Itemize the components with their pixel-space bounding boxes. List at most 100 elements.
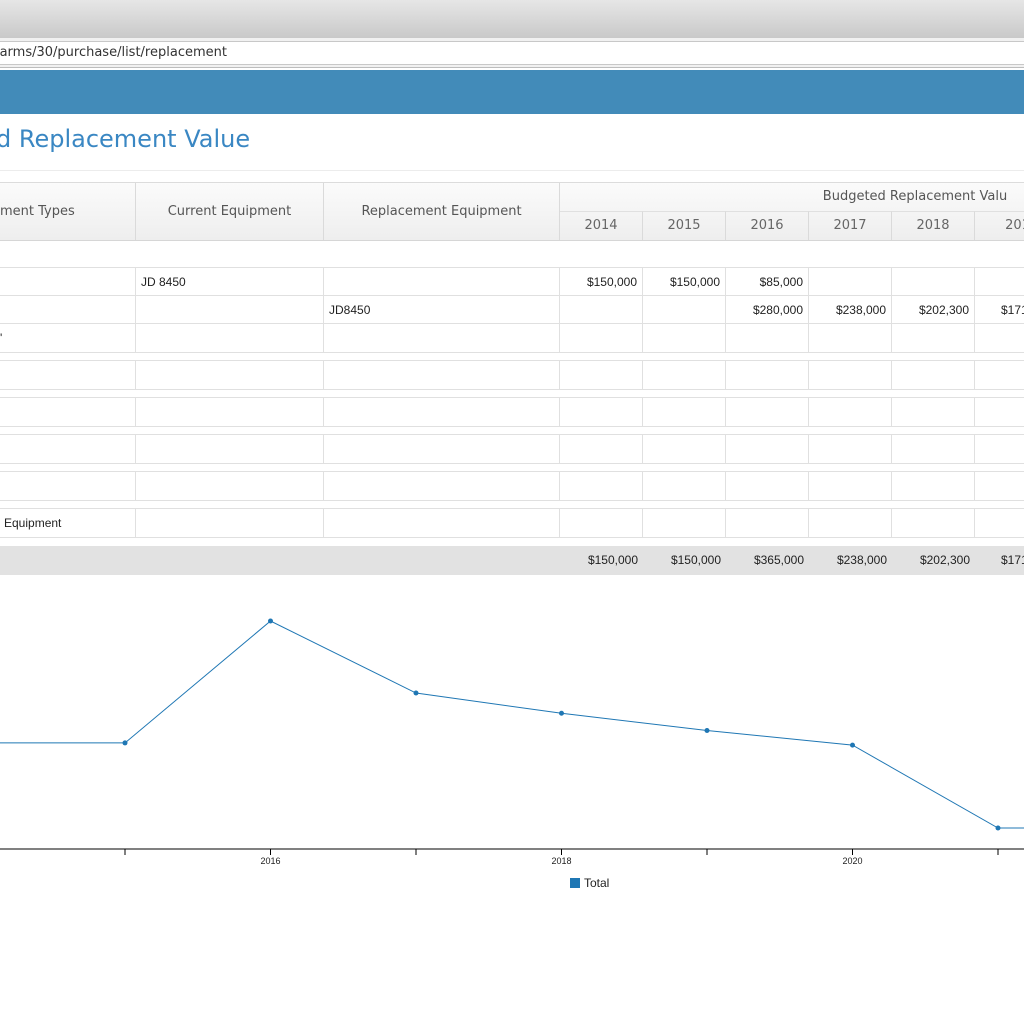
table-row [0,471,1024,501]
value-cell-2019 [975,268,1024,296]
current-equipment-cell[interactable] [136,509,324,537]
data-point[interactable] [995,825,1001,831]
value-cell-2016 [726,398,809,426]
header-budgeted-replacement-value: Budgeted Replacement Valu [822,189,1008,204]
table-row [0,360,1024,390]
type-cell [0,435,136,463]
replacement-equipment-cell[interactable] [324,268,560,296]
type-cell [0,296,136,324]
table-row: Equipment [0,508,1024,538]
value-cell-2016 [726,509,809,537]
x-tick-label: 2018 [551,856,571,866]
browser-title-bar [0,0,1024,39]
value-cell-2015 [643,509,726,537]
value-cell-2014: $150,000 [560,268,643,296]
table-row: JD 8450 $150,000 $150,000 $85,000 [0,267,1024,297]
legend-swatch-icon [570,878,580,888]
value-cell-2016: $85,000 [726,268,809,296]
total-cell-2014: $150,000 [587,553,638,567]
value-cell-2016: $280,000 [726,296,809,324]
data-point[interactable] [850,742,855,748]
current-equipment-cell[interactable] [136,324,324,352]
data-point[interactable] [559,710,564,716]
header-year-2016[interactable]: 2016 [726,211,809,240]
replacement-table: ment Types Current Equipment Replacement… [0,182,1024,577]
value-cell-2017 [809,268,892,296]
value-cell-2014 [560,472,643,500]
value-cell-2018 [892,324,975,352]
value-cell-2018 [892,435,975,463]
type-cell [0,398,136,426]
current-equipment-cell[interactable] [136,296,324,324]
divider [0,170,1024,171]
total-cell-2016: $365,000 [753,553,804,567]
value-cell-2019 [975,435,1024,463]
address-text: farms/30/purchase/list/replacement [0,45,227,60]
replacement-equipment-cell[interactable]: JD8450 [324,296,560,324]
value-cell-2015 [643,324,726,352]
chart-legend[interactable]: Total [570,876,609,890]
current-equipment-cell[interactable] [136,435,324,463]
value-cell-2016 [726,435,809,463]
value-cell-2014 [560,361,643,389]
replacement-value-chart: 2016 2018 2020 [0,618,1024,866]
header-year-2015[interactable]: 2015 [643,211,726,240]
replacement-equipment-cell[interactable] [324,324,560,352]
value-cell-2018 [892,509,975,537]
current-equipment-cell[interactable] [136,398,324,426]
value-cell-2015 [643,472,726,500]
table-row: JD8450 $280,000 $238,000 $202,300 $171 [0,295,1024,325]
value-cell-2019 [975,509,1024,537]
value-cell-2017 [809,509,892,537]
value-cell-2014 [560,435,643,463]
replacement-equipment-cell[interactable] [324,361,560,389]
value-cell-2014 [560,509,643,537]
series-line-total [0,620,1024,829]
data-point[interactable] [413,690,419,696]
current-equipment-cell[interactable]: JD 8450 [136,268,324,296]
x-tick-label: 2020 [842,856,862,866]
value-cell-2018: $202,300 [892,296,975,324]
table-row [0,434,1024,464]
replacement-equipment-cell[interactable] [324,509,560,537]
value-cell-2018 [892,472,975,500]
value-cell-2018 [892,398,975,426]
value-cell-2017: $238,000 [809,296,892,324]
total-cell-2017: $238,000 [836,553,887,567]
value-cell-2016 [726,361,809,389]
current-equipment-cell[interactable] [136,361,324,389]
type-cell [0,472,136,500]
value-cell-2017 [809,324,892,352]
app-header [0,70,1024,114]
value-cell-2016 [726,472,809,500]
replacement-equipment-cell[interactable] [324,435,560,463]
value-cell-2019 [975,361,1024,389]
data-point[interactable] [268,618,273,624]
header-current-equipment[interactable]: Current Equipment [136,183,324,240]
table-row [0,397,1024,427]
page-title: d Replacement Value [0,125,251,153]
data-point[interactable] [704,727,710,733]
value-cell-2017 [809,435,892,463]
type-cell [0,268,136,296]
type-cell: Equipment [0,509,136,537]
header-year-2019[interactable]: 201 [975,211,1024,240]
value-cell-2019 [975,472,1024,500]
address-bar[interactable]: farms/30/purchase/list/replacement [0,41,1024,65]
total-cell-2018: $202,300 [919,553,970,567]
replacement-equipment-cell[interactable] [324,398,560,426]
current-equipment-cell[interactable] [136,472,324,500]
header-year-2014[interactable]: 2014 [560,211,643,240]
value-cell-2014 [560,324,643,352]
header-replacement-equipment[interactable]: Replacement Equipment [324,183,560,240]
data-point[interactable] [122,740,128,746]
replacement-equipment-cell[interactable] [324,472,560,500]
header-year-2017[interactable]: 2017 [809,211,892,240]
value-cell-2014 [560,398,643,426]
type-cell: ' [0,324,136,352]
value-cell-2017 [809,472,892,500]
totals-row: $150,000 $150,000 $365,000 $238,000 $202… [0,546,1024,575]
header-equipment-types[interactable]: ment Types [0,183,136,240]
header-year-2018[interactable]: 2018 [892,211,975,240]
value-cell-2019 [975,398,1024,426]
